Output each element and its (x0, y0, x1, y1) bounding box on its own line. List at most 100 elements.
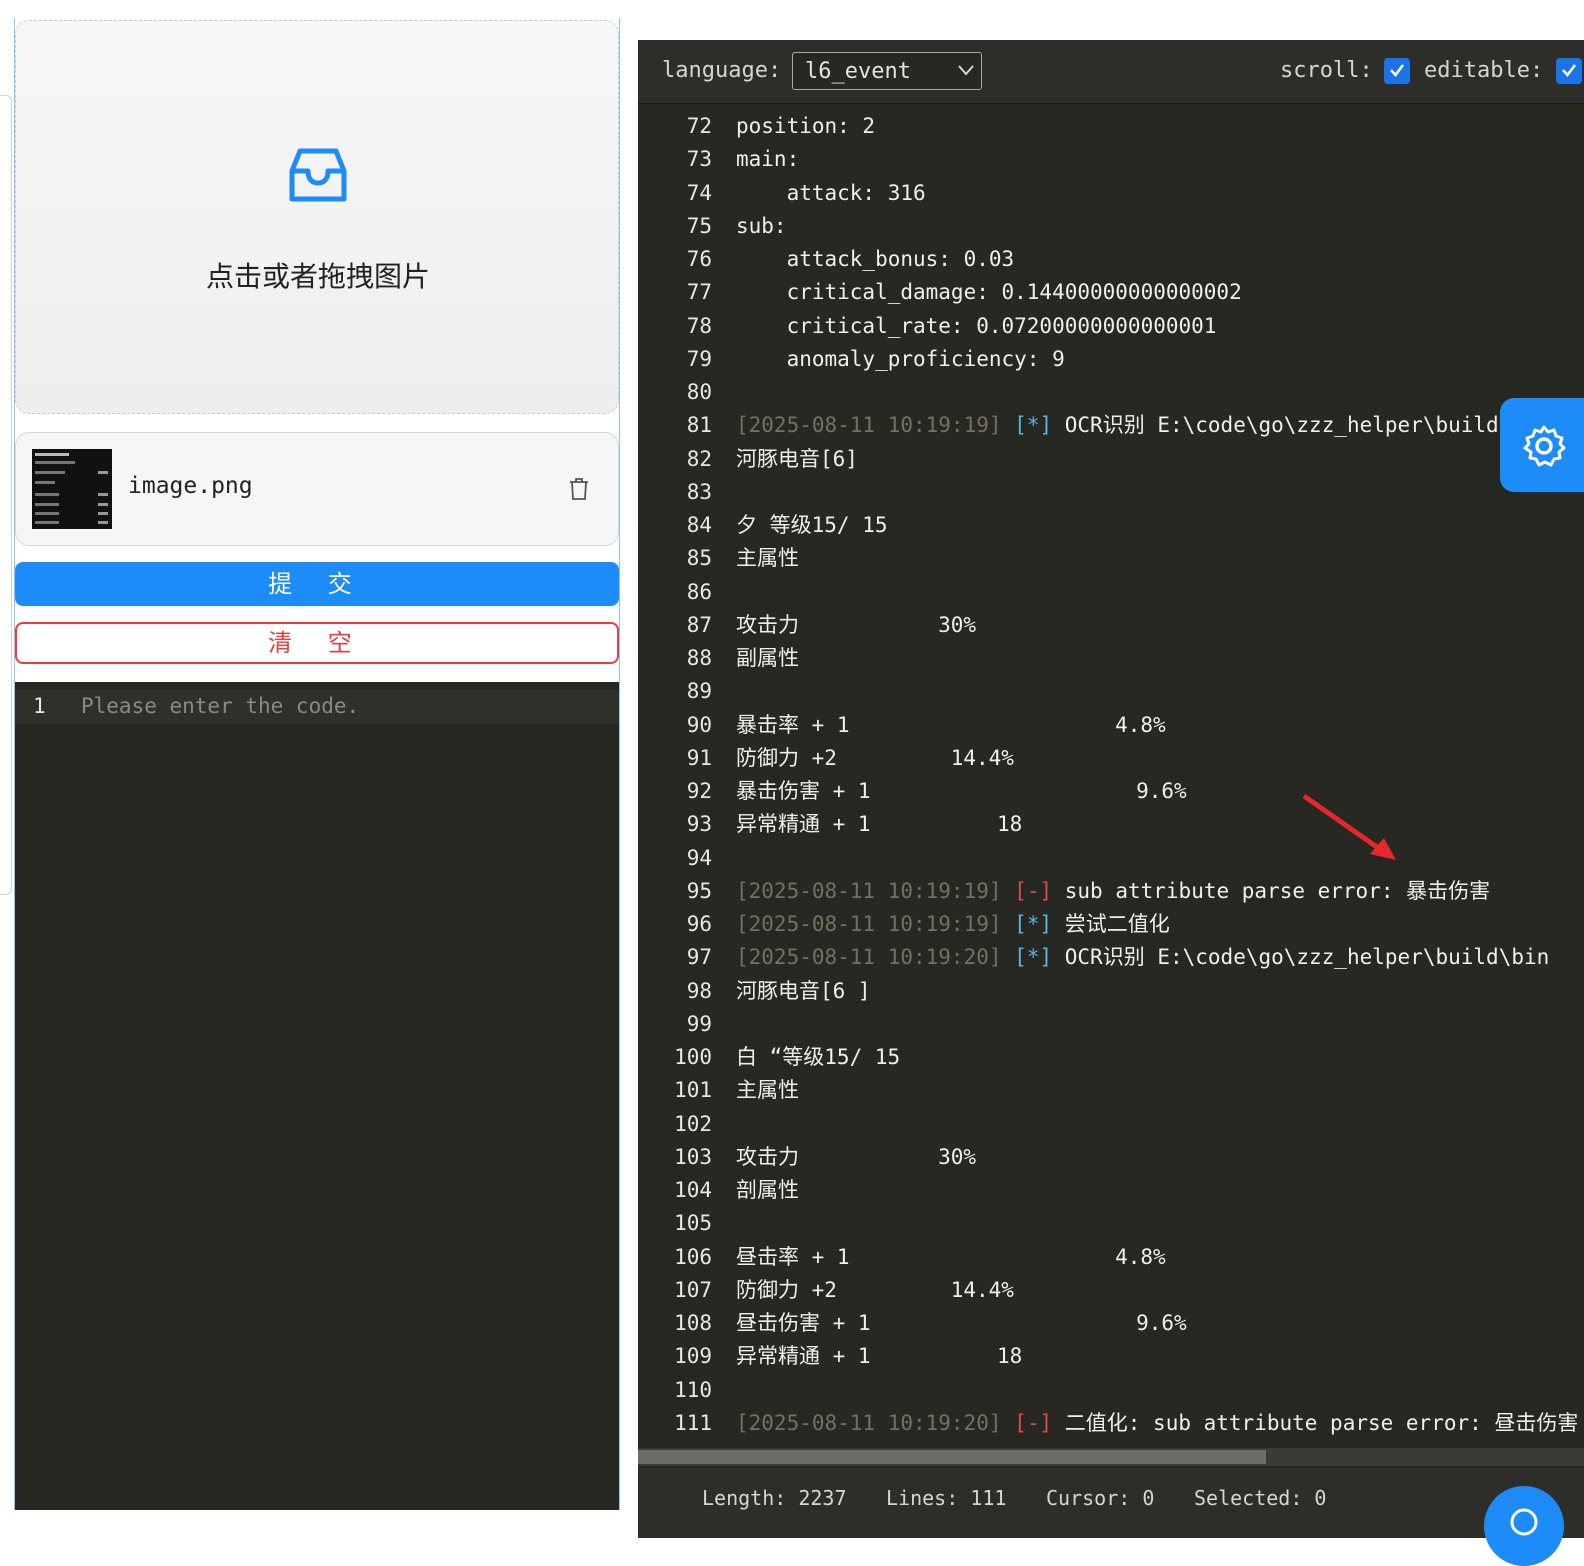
trash-icon[interactable] (568, 477, 590, 501)
clear-button[interactable]: 清 空 (15, 622, 619, 664)
code-line[interactable]: 97 [2025-08-11 10:19:20] [*] OCR识别 E:\cod… (638, 941, 1584, 974)
code-text: 异常精通 + 1 18 (736, 812, 1023, 837)
code-line[interactable]: 85 主属性 (638, 542, 1584, 575)
code-text: OCR识别 E:\code\go\zzz_helper\build\bin (1064, 945, 1550, 970)
code-line[interactable]: 109 异常精通 + 1 18 (638, 1340, 1584, 1373)
code-text: critical_damage: 0.14400000000000002 (736, 280, 1242, 305)
line-number: 97 (686, 945, 712, 970)
code-line[interactable]: 98 河豚电音[6 ] (638, 975, 1584, 1008)
line-number: 108 (674, 1311, 712, 1335)
code-text: 暴击率 + 1 4.8% (736, 712, 1166, 737)
status-bar: Length: 2237 Lines: 111 Cursor: 0 Select… (638, 1468, 1584, 1538)
log-timestamp: [2025-08-11 10:19:20] (736, 945, 1002, 970)
log-timestamp: [2025-08-11 10:19:19] (736, 912, 1002, 936)
code-line[interactable]: 78 critical_rate: 0.07200000000000001 (638, 310, 1584, 343)
input-code-editor[interactable]: 1 Please enter the code. (15, 682, 619, 1510)
horizontal-scrollbar[interactable] (638, 1448, 1584, 1466)
code-line[interactable]: 76 attack_bonus: 0.03 (638, 243, 1584, 276)
line-number: 84 (686, 513, 712, 537)
code-line[interactable]: 104 剖属性 (638, 1174, 1584, 1207)
code-text: 攻击力 30% (736, 1144, 977, 1169)
code-line[interactable]: 95 [2025-08-11 10:19:19] [-] sub attribut… (638, 875, 1584, 908)
editor-line[interactable]: 1 Please enter the code. (15, 690, 619, 724)
code-line[interactable]: 96 [2025-08-11 10:19:19] [*] 尝试二值化 (638, 908, 1584, 941)
code-area[interactable]: 72 position: 2 73 main: 74 attack: 316 75 sub:… (638, 110, 1584, 1448)
code-line[interactable]: 84 夕 等级15/ 15 (638, 509, 1584, 542)
line-number: 94 (686, 845, 712, 870)
line-number: 106 (674, 1244, 712, 1269)
code-line[interactable]: 105 (638, 1207, 1584, 1240)
code-line[interactable]: 107 防御力 +2 14.4% (638, 1274, 1584, 1307)
gear-icon (1523, 425, 1566, 467)
collapsed-side-panel[interactable] (0, 95, 12, 895)
code-line[interactable]: 79 anomaly_proficiency: 9 (638, 343, 1584, 376)
file-thumbnail (32, 449, 112, 529)
log-viewer-panel: language: l6_event scroll: editable: 72 p… (638, 40, 1584, 1538)
code-line[interactable]: 103 攻击力 30% (638, 1141, 1584, 1174)
editable-checkbox[interactable] (1556, 58, 1582, 84)
code-line[interactable]: 100 白 “等级15/ 15 (638, 1041, 1584, 1074)
settings-button[interactable] (1500, 398, 1584, 492)
line-number: 87 (686, 612, 712, 637)
code-line[interactable]: 106 昼击率 + 1 4.8% (638, 1241, 1584, 1274)
log-timestamp: [2025-08-11 10:19:19] (736, 413, 1002, 438)
code-line[interactable]: 83 (638, 476, 1584, 509)
code-line[interactable]: 73 main: (638, 143, 1584, 176)
line-number: 100 (674, 1045, 712, 1069)
language-select[interactable]: l6_event (792, 52, 982, 90)
code-line[interactable]: 99 (638, 1008, 1584, 1041)
line-number: 72 (686, 114, 712, 138)
line-number: 107 (674, 1277, 712, 1302)
code-line[interactable]: 88 副属性 (638, 642, 1584, 675)
editor-placeholder: Please enter the code. (81, 694, 360, 718)
code-line[interactable]: 101 主属性 (638, 1074, 1584, 1107)
file-name: image.png (128, 473, 253, 499)
scrollbar-thumb[interactable] (638, 1450, 1266, 1464)
code-text: 异常精通 + 1 18 (736, 1344, 1023, 1369)
code-text: 副属性 (736, 646, 799, 670)
submit-button[interactable]: 提 交 (15, 562, 619, 606)
code-text: OCR识别 E:\code\go\zzz_helper\build\bin (1064, 413, 1550, 438)
check-icon (1390, 64, 1405, 78)
chat-icon (1510, 1508, 1538, 1536)
code-line[interactable]: 90 暴击率 + 1 4.8% (638, 709, 1584, 742)
code-line[interactable]: 74 attack: 316 (638, 177, 1584, 210)
code-line[interactable]: 102 (638, 1108, 1584, 1141)
line-number: 75 (686, 213, 712, 238)
scroll-checkbox[interactable] (1384, 58, 1410, 84)
code-line[interactable]: 80 (638, 376, 1584, 409)
line-number: 102 (674, 1111, 712, 1136)
code-line[interactable]: 72 position: 2 (638, 110, 1584, 143)
code-text: 白 “等级15/ 15 (736, 1045, 901, 1069)
code-line[interactable]: 87 攻击力 30% (638, 609, 1584, 642)
code-line[interactable]: 108 昼击伤害 + 1 9.6% (638, 1307, 1584, 1340)
check-icon (1562, 64, 1577, 78)
chat-button[interactable] (1484, 1486, 1564, 1566)
code-line[interactable]: 81 [2025-08-11 10:19:19] [*] OCR识别 E:\cod… (638, 409, 1584, 442)
code-line[interactable]: 94 (638, 842, 1584, 875)
line-number: 80 (686, 380, 712, 404)
image-upload-dropzone[interactable]: 点击或者拖拽图片 (15, 20, 619, 414)
code-line[interactable]: 110 (638, 1374, 1584, 1407)
code-line[interactable]: 111 [2025-08-11 10:19:20] [-] 二值化: sub at… (638, 1407, 1584, 1440)
code-line[interactable]: 86 (638, 576, 1584, 609)
line-number: 77 (686, 280, 712, 305)
code-line[interactable]: 75 sub: (638, 210, 1584, 243)
code-text: 夕 等级15/ 15 (736, 513, 888, 537)
code-text: 主属性 (736, 546, 799, 571)
code-line[interactable]: 92 暴击伤害 + 1 9.6% (638, 775, 1584, 808)
code-text: 尝试二值化 (1064, 912, 1170, 936)
code-line[interactable]: 77 critical_damage: 0.14400000000000002 (638, 276, 1584, 309)
code-line[interactable]: 93 异常精通 + 1 18 (638, 808, 1584, 841)
line-number: 82 (686, 446, 712, 471)
code-line[interactable]: 91 防御力 +2 14.4% (638, 742, 1584, 775)
code-line[interactable]: 89 (638, 675, 1584, 708)
inbox-icon (289, 148, 347, 202)
code-text: 昼击伤害 + 1 9.6% (736, 1311, 1187, 1335)
code-text: 河豚电音[6 ] (736, 978, 871, 1003)
line-number: 95 (686, 878, 712, 903)
line-number: 1 (33, 694, 46, 718)
code-text: main: (736, 147, 800, 172)
code-line[interactable]: 82 河豚电音[6] (638, 443, 1584, 476)
line-number: 104 (674, 1178, 712, 1202)
